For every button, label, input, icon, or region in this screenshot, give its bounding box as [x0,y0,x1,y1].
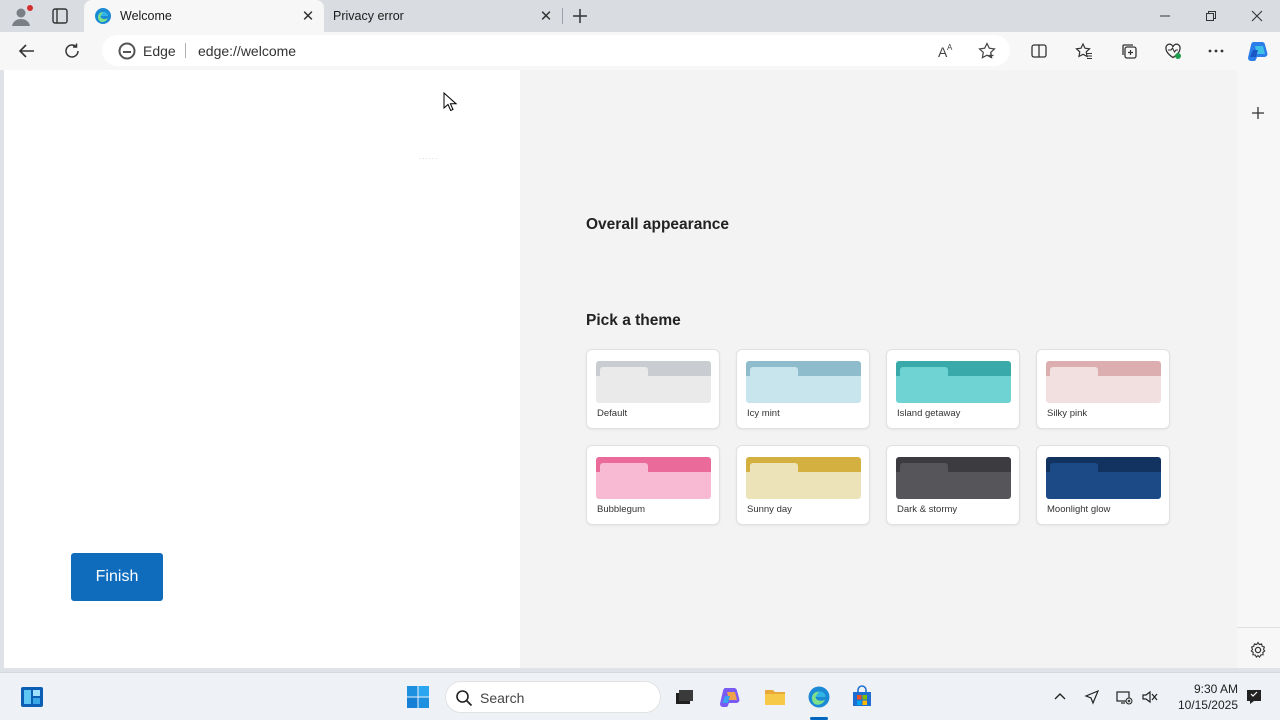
search-label: Search [480,690,525,706]
task-view-icon[interactable] [672,685,696,709]
address-bar[interactable]: Edge edge://welcome AA [102,35,1010,66]
network-icon[interactable] [1114,685,1134,709]
close-tab-icon[interactable]: ✕ [538,8,554,25]
theme-card-icy-mint[interactable]: Icy mint [736,349,870,429]
theme-label: Bubblegum [597,504,646,515]
theme-label: Sunny day [747,504,792,515]
address-divider [185,43,186,58]
copilot-app-icon[interactable] [718,685,742,709]
minimize-icon[interactable] [1142,0,1188,32]
theme-card-island-getaway[interactable]: Island getaway [886,349,1020,429]
location-icon[interactable] [1082,685,1102,709]
edge-taskbar-icon[interactable] [807,685,831,709]
taskbar-search-box[interactable]: Search [445,681,661,713]
mouse-cursor-icon [443,91,458,112]
theme-card-dark-stormy[interactable]: Dark & stormy [886,445,1020,525]
favorites-icon[interactable] [1074,41,1094,61]
sidebar-divider [1237,627,1280,628]
start-windows-icon[interactable] [406,685,430,709]
theme-preview [596,457,711,499]
theme-preview-body [1046,376,1161,403]
restore-icon[interactable] [1188,0,1234,32]
theme-preview-body [746,376,861,403]
browser-essentials-icon[interactable] [1163,41,1183,61]
site-info[interactable]: Edge [118,42,176,60]
file-explorer-icon[interactable] [763,685,787,709]
split-screen-icon[interactable] [1029,41,1049,61]
back-icon[interactable] [17,41,37,61]
theme-label: Icy mint [747,408,780,419]
theme-label: Dark & stormy [897,504,958,515]
welcome-page: ...... Finish Overall appearance Pick a … [4,70,1237,668]
theme-card-sunny-day[interactable]: Sunny day [736,445,870,525]
clock-time: 9:30 AM [1193,682,1238,696]
url-text[interactable]: edge://welcome [198,43,296,59]
site-label: Edge [143,43,176,59]
add-sidebar-app-icon[interactable] [1248,103,1268,123]
more-options-icon[interactable] [1206,41,1226,61]
tab-title: Privacy error [333,9,404,23]
read-aloud-icon[interactable]: AA [936,41,956,61]
edge-logo-icon [118,42,136,60]
theme-preview [746,361,861,403]
edge-icon [94,7,112,25]
widgets-icon[interactable] [20,685,44,709]
tab-privacy-error[interactable]: Privacy error ✕ [324,0,562,32]
volume-muted-icon[interactable] [1140,685,1160,709]
close-window-icon[interactable] [1234,0,1280,32]
theme-label: Default [597,408,628,419]
theme-label: Moonlight glow [1047,504,1111,515]
loading-dots: ...... [419,152,439,161]
close-tab-icon[interactable]: ✕ [300,8,316,25]
sidebar-settings-icon[interactable] [1248,640,1268,660]
theme-preview-body [596,472,711,499]
profile-icon[interactable] [10,5,33,27]
notification-center-icon[interactable] [1244,685,1264,709]
theme-card-bubblegum[interactable]: Bubblegum [586,445,720,525]
theme-preview [896,457,1011,499]
theme-preview [596,361,711,403]
system-clock[interactable]: 9:30 AM 10/15/2025 [1172,681,1238,713]
theme-label: Island getaway [897,408,961,419]
theme-preview-body [896,376,1011,403]
overall-appearance-heading: Overall appearance [586,216,730,233]
theme-card-default[interactable]: Default [586,349,720,429]
collections-icon[interactable] [1119,41,1139,61]
refresh-icon[interactable] [62,41,82,61]
theme-preview [746,457,861,499]
show-hidden-icons-chevron[interactable] [1050,685,1070,709]
search-icon [455,689,473,707]
favorite-star-icon[interactable] [977,41,997,61]
theme-preview [896,361,1011,403]
theme-preview [1046,361,1161,403]
notification-dot [27,5,33,11]
svg-text:A: A [947,43,953,52]
theme-preview-body [596,376,711,403]
tab-title: Welcome [120,9,172,23]
clock-date: 10/15/2025 [1177,698,1238,712]
tab-welcome[interactable]: Welcome ✕ [84,0,324,32]
tab-strip: Welcome ✕ Privacy error ✕ [0,0,1280,32]
theme-preview-body [746,472,861,499]
edge-sidebar [1237,70,1280,668]
tab-actions-icon[interactable] [50,6,70,26]
windows-taskbar: Search 9:30 AM 10/15/2025 [0,672,1280,720]
browser-toolbar: Edge edge://welcome AA [0,32,1280,70]
welcome-left-pane: ...... Finish [4,70,520,668]
new-tab-icon[interactable] [570,6,590,26]
theme-card-silky-pink[interactable]: Silky pink [1036,349,1170,429]
finish-button[interactable]: Finish [71,553,163,601]
theme-preview-body [896,472,1011,499]
pick-theme-heading: Pick a theme [586,312,681,329]
theme-card-moonlight-glow[interactable]: Moonlight glow [1036,445,1170,525]
copilot-icon[interactable] [1246,39,1270,63]
theme-label: Silky pink [1047,408,1088,419]
tab-divider [562,8,563,24]
theme-preview [1046,457,1161,499]
store-icon[interactable] [850,685,874,709]
theme-preview-body [1046,472,1161,499]
